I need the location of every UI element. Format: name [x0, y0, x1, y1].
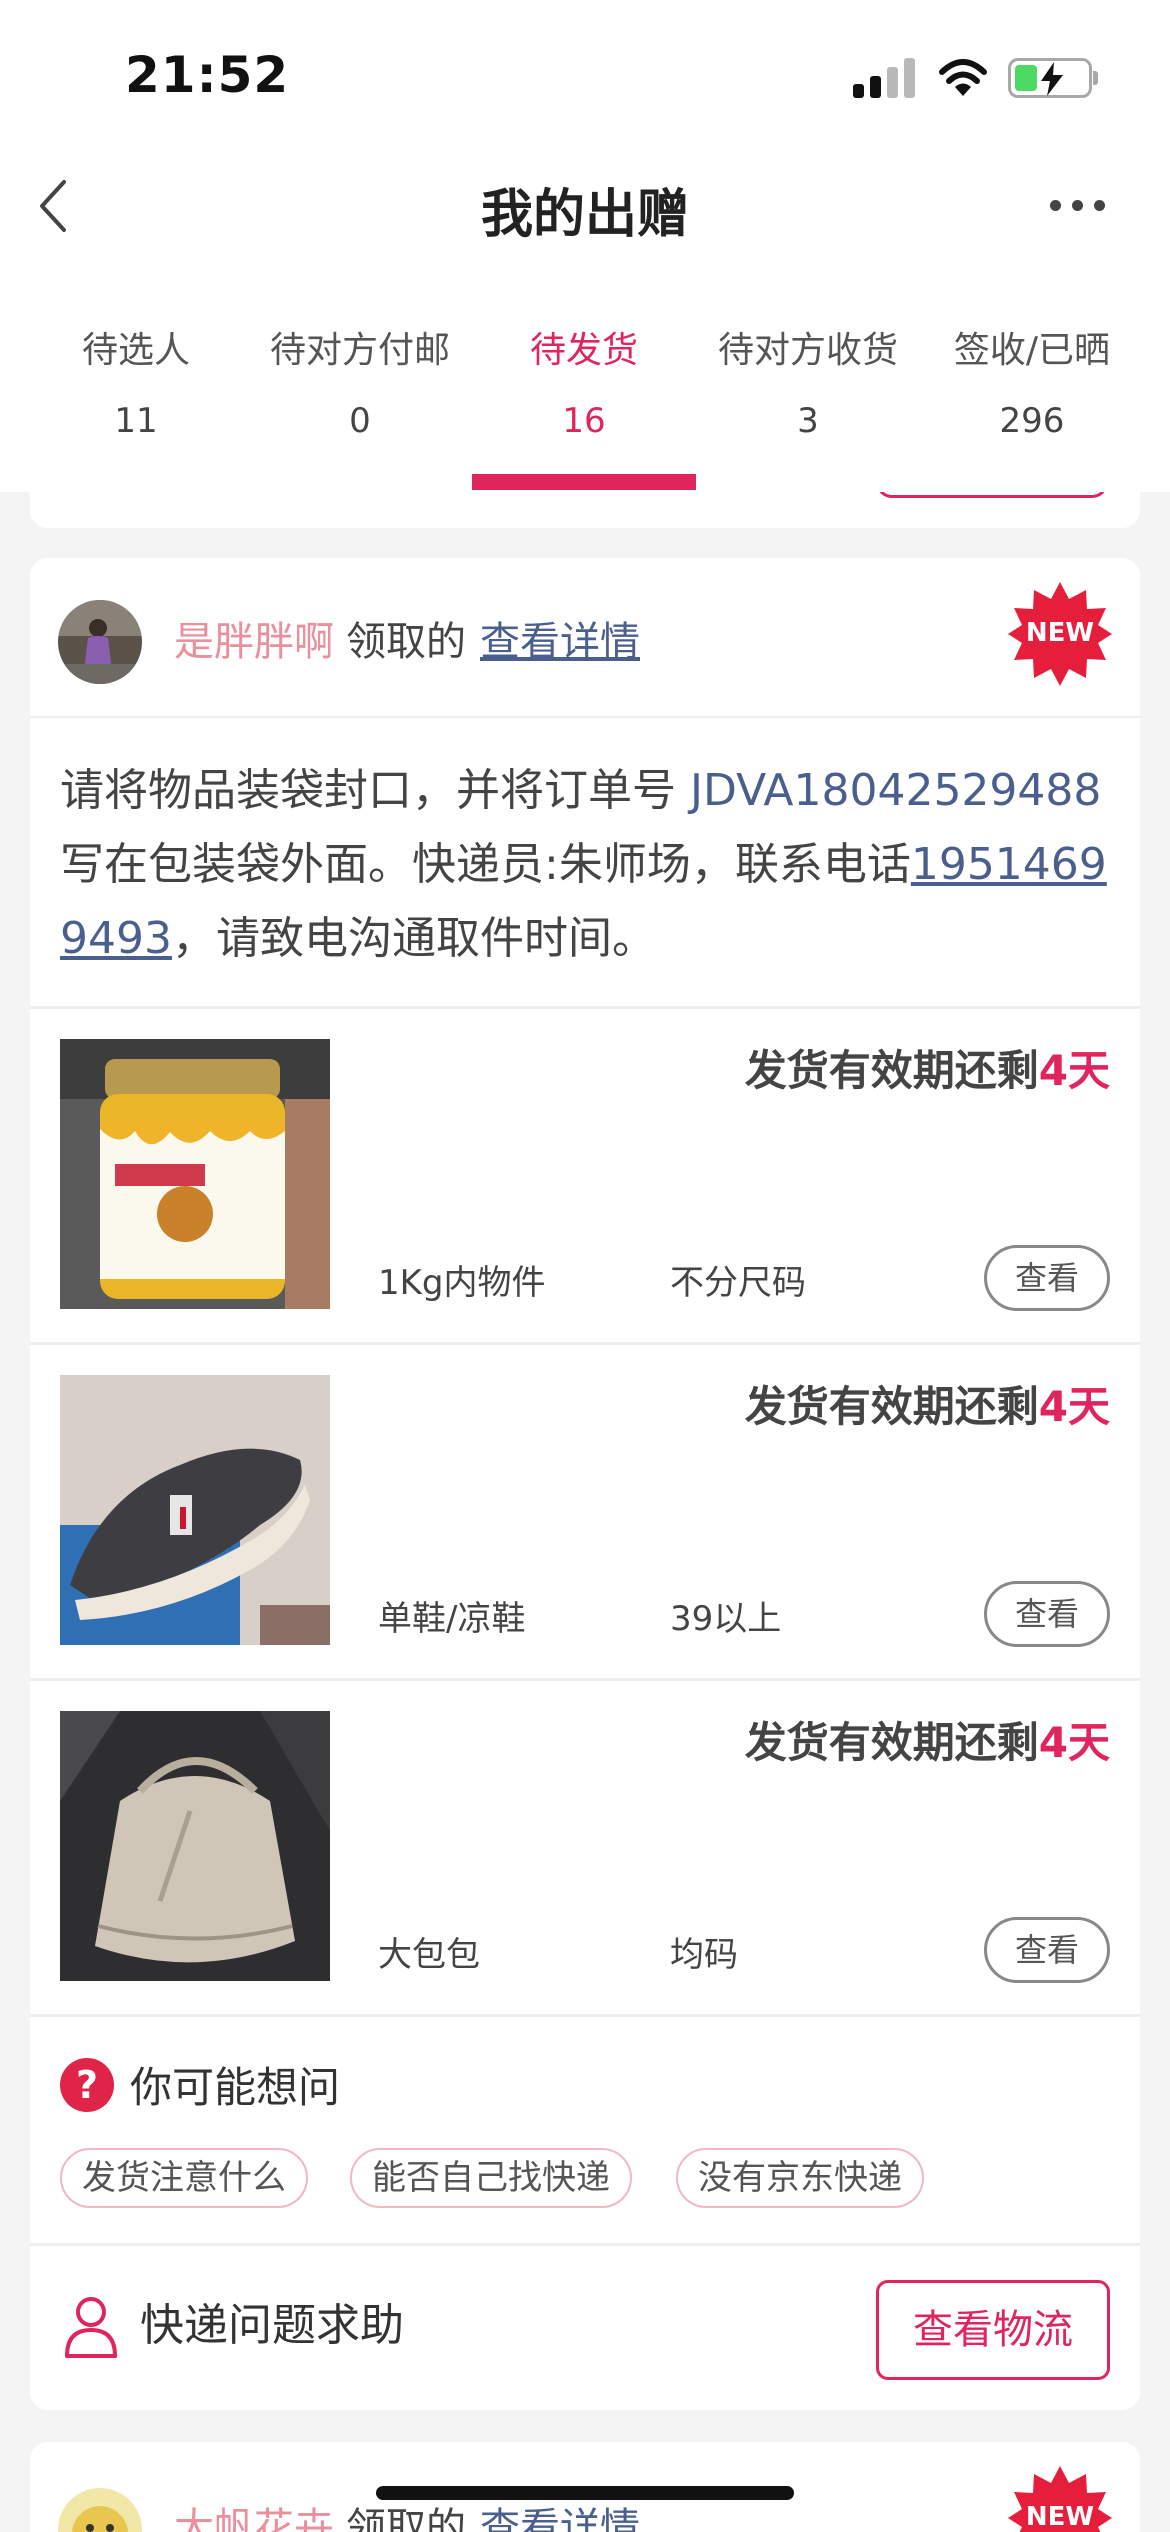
- tab-pending-postage[interactable]: 待对方付邮 0: [248, 320, 472, 446]
- tab-pending-select[interactable]: 待选人 11: [24, 320, 248, 446]
- order-number[interactable]: JDVA18042529488: [690, 765, 1101, 816]
- tab-count: 11: [114, 401, 158, 441]
- tab-count: 0: [349, 401, 371, 441]
- honey-jar-image[interactable]: [60, 1039, 330, 1309]
- list-item: 发货有效期还剩4天 1Kg内物件 不分尺码 查看: [30, 1009, 1140, 1345]
- battery-level: [1015, 65, 1037, 91]
- card-header-line: 大帆花卉 领取的 查看详情: [174, 2496, 640, 2532]
- new-badge: NEW: [1008, 2466, 1112, 2532]
- cellular-signal-icon: [853, 56, 917, 98]
- faq-chip[interactable]: 没有京东快递: [676, 2148, 924, 2208]
- shipping-deadline: 发货有效期还剩4天: [745, 1373, 1110, 1434]
- tab-count: 296: [999, 401, 1065, 441]
- deadline-days: 4天: [1038, 1046, 1110, 1095]
- item-size: 39以上: [670, 1599, 782, 1639]
- tab-label: 待对方付邮: [269, 330, 450, 371]
- deadline-days: 4天: [1038, 1718, 1110, 1767]
- avatar[interactable]: [58, 600, 142, 684]
- more-options-icon[interactable]: [1050, 200, 1110, 214]
- tab-label: 签收/已晒: [953, 330, 1111, 371]
- page-title: 我的出赠: [480, 185, 689, 245]
- card-header: 是胖胖啊 领取的 查看详情 NEW: [30, 558, 1140, 718]
- list-item: 发货有效期还剩4天 大包包 均码 查看: [30, 1681, 1140, 2017]
- question-icon: ?: [60, 2058, 114, 2112]
- courier-help-link[interactable]: 快递问题求助: [140, 2296, 404, 2356]
- view-item-button[interactable]: 查看: [984, 1917, 1110, 1983]
- giver-name[interactable]: 是胖胖啊: [174, 619, 334, 665]
- home-indicator[interactable]: [376, 2486, 794, 2500]
- bag-image[interactable]: [60, 1711, 330, 1981]
- battery-cap: [1093, 71, 1098, 85]
- tab-pending-shipment[interactable]: 待发货 16: [472, 320, 696, 446]
- item-category: 单鞋/凉鞋: [378, 1599, 526, 1639]
- tab-count: 16: [562, 401, 606, 441]
- giver-name[interactable]: 大帆花卉: [174, 2505, 334, 2532]
- faq-chip[interactable]: 发货注意什么: [60, 2148, 308, 2208]
- view-item-button[interactable]: 查看: [984, 1245, 1110, 1311]
- person-icon: [65, 2297, 117, 2358]
- view-logistics-button[interactable]: 查看物流: [876, 2280, 1110, 2380]
- shipping-deadline: 发货有效期还剩4天: [745, 1037, 1110, 1098]
- top-header: 21:52 我的出赠 待选人 11 待对方付邮 0 待发货 16 待对方收货 3…: [0, 0, 1170, 492]
- faq-chip[interactable]: 能否自己找快递: [350, 2148, 632, 2208]
- view-details-link[interactable]: 查看详情: [480, 2505, 640, 2532]
- faq-section: ? 你可能想问 发货注意什么 能否自己找快递 没有京东快递: [30, 2020, 1140, 2246]
- item-category: 1Kg内物件: [378, 1263, 546, 1303]
- list-item: 发货有效期还剩4天 单鞋/凉鞋 39以上 查看: [30, 1345, 1140, 1681]
- tab-label: 待对方收货: [717, 330, 898, 371]
- tab-label: 待发货: [529, 330, 638, 371]
- received-text: 领取的: [346, 619, 466, 665]
- status-tabs: 待选人 11 待对方付邮 0 待发货 16 待对方收货 3 签收/已晒 296: [0, 320, 1170, 492]
- status-time: 21:52: [125, 46, 290, 104]
- faq-title: 你可能想问: [130, 2063, 341, 2112]
- battery-icon: [1008, 58, 1092, 98]
- new-badge-label: NEW: [1025, 618, 1095, 648]
- new-badge: NEW: [1008, 582, 1112, 686]
- instruction-suffix: ，请致电沟通取件时间。: [171, 913, 656, 964]
- deadline-days: 4天: [1038, 1382, 1110, 1431]
- nav-bar: 我的出赠: [0, 150, 1170, 270]
- tab-label: 待选人: [81, 330, 190, 371]
- card-header-line: 是胖胖啊 领取的 查看详情: [174, 610, 640, 674]
- wifi-icon: [939, 59, 987, 96]
- deadline-prefix: 发货有效期还剩: [744, 1382, 1039, 1431]
- tab-signed-shared[interactable]: 签收/已晒 296: [920, 320, 1144, 446]
- instruction-prefix: 请将物品装袋封口，并将订单号: [60, 765, 690, 816]
- courier-help-row: 快递问题求助 查看物流: [30, 2246, 1140, 2410]
- status-bar: 21:52: [0, 0, 1170, 150]
- deadline-prefix: 发货有效期还剩: [744, 1718, 1039, 1767]
- charging-bolt-icon: [1041, 62, 1063, 96]
- instruction-middle: 写在包装袋外面。快递员:朱师场，联系电话: [60, 839, 911, 890]
- view-item-button[interactable]: 查看: [984, 1581, 1110, 1647]
- deadline-prefix: 发货有效期还剩: [744, 1046, 1039, 1095]
- shoe-image[interactable]: [60, 1375, 330, 1645]
- view-details-link[interactable]: 查看详情: [480, 619, 640, 665]
- gift-order-card: 是胖胖啊 领取的 查看详情 NEW 请将物品装袋封口，并将订单号 JDVA18042…: [30, 558, 1140, 2410]
- new-badge-label: NEW: [1025, 2502, 1095, 2532]
- avatar[interactable]: [58, 2488, 142, 2532]
- shipping-instruction: 请将物品装袋封口，并将订单号 JDVA18042529488 写在包装袋外面。快…: [60, 754, 1120, 976]
- tab-count: 3: [797, 401, 819, 441]
- received-text: 领取的: [346, 2505, 466, 2532]
- shipping-deadline: 发货有效期还剩4天: [745, 1709, 1110, 1770]
- item-size: 不分尺码: [670, 1263, 806, 1303]
- tab-pending-receipt[interactable]: 待对方收货 3: [696, 320, 920, 446]
- item-size: 均码: [670, 1935, 738, 1975]
- active-tab-indicator: [472, 474, 696, 490]
- item-category: 大包包: [378, 1935, 480, 1975]
